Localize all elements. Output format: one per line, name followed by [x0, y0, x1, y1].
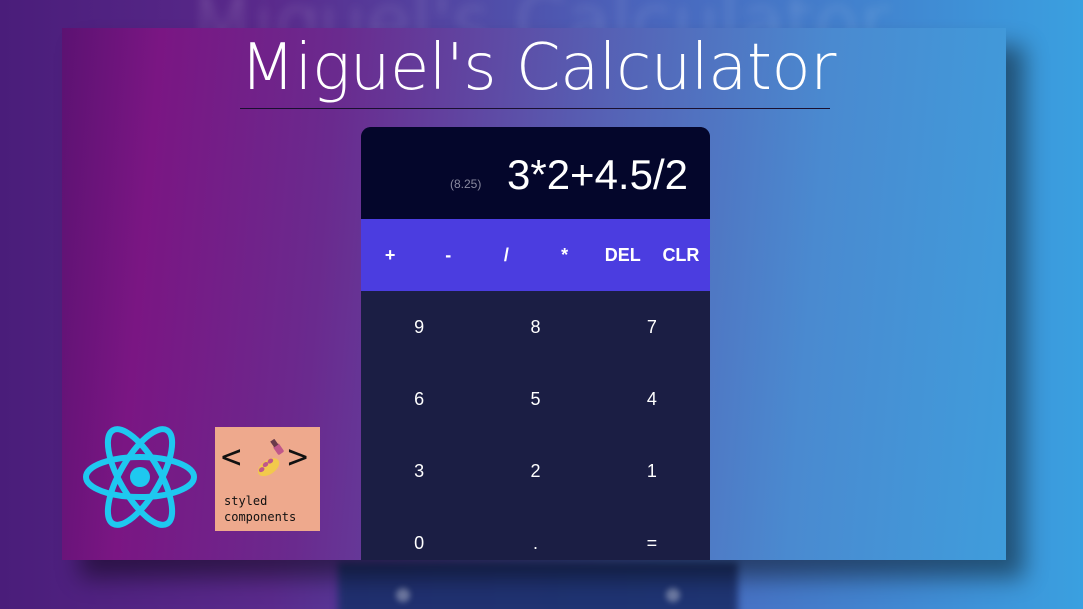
app-card: Miguel's Calculator (8.25) 3*2+4.5/2 + -…: [62, 28, 1006, 560]
multiply-button[interactable]: *: [536, 219, 594, 291]
result-preview: (8.25): [450, 177, 482, 191]
equals-button[interactable]: =: [594, 507, 710, 560]
digit-8-button[interactable]: 8: [477, 291, 593, 363]
background-calculator-echo: [338, 562, 738, 609]
keypad: 9 8 7 6 5 4 3 2 1 0 . =: [361, 291, 710, 560]
react-icon: [83, 426, 197, 528]
decimal-button[interactable]: .: [477, 507, 593, 560]
digit-0-button[interactable]: 0: [361, 507, 477, 560]
page-title: Miguel's Calculator: [240, 31, 836, 105]
digit-6-button[interactable]: 6: [361, 363, 477, 435]
calculator: (8.25) 3*2+4.5/2 + - / * DEL CLR 9 8 7 6…: [361, 127, 710, 560]
operator-row: + - / * DEL CLR: [361, 219, 710, 291]
delete-button[interactable]: DEL: [594, 219, 652, 291]
digit-3-button[interactable]: 3: [361, 435, 477, 507]
title-underline: [240, 108, 830, 109]
clear-button[interactable]: CLR: [652, 219, 710, 291]
expression-display: 3*2+4.5/2: [506, 151, 688, 198]
styled-components-logo: < > styled components: [215, 427, 320, 531]
background-dot: [666, 588, 680, 602]
digit-2-button[interactable]: 2: [477, 435, 593, 507]
add-button[interactable]: +: [361, 219, 419, 291]
nail-polish-icon: [257, 439, 284, 477]
divide-button[interactable]: /: [477, 219, 535, 291]
background-dot: [396, 588, 410, 602]
digit-1-button[interactable]: 1: [594, 435, 710, 507]
digit-4-button[interactable]: 4: [594, 363, 710, 435]
styled-components-text: styled components: [224, 494, 297, 524]
calculator-display: (8.25) 3*2+4.5/2: [361, 127, 710, 219]
subtract-button[interactable]: -: [419, 219, 477, 291]
digit-5-button[interactable]: 5: [477, 363, 593, 435]
digit-7-button[interactable]: 7: [594, 291, 710, 363]
digit-9-button[interactable]: 9: [361, 291, 477, 363]
